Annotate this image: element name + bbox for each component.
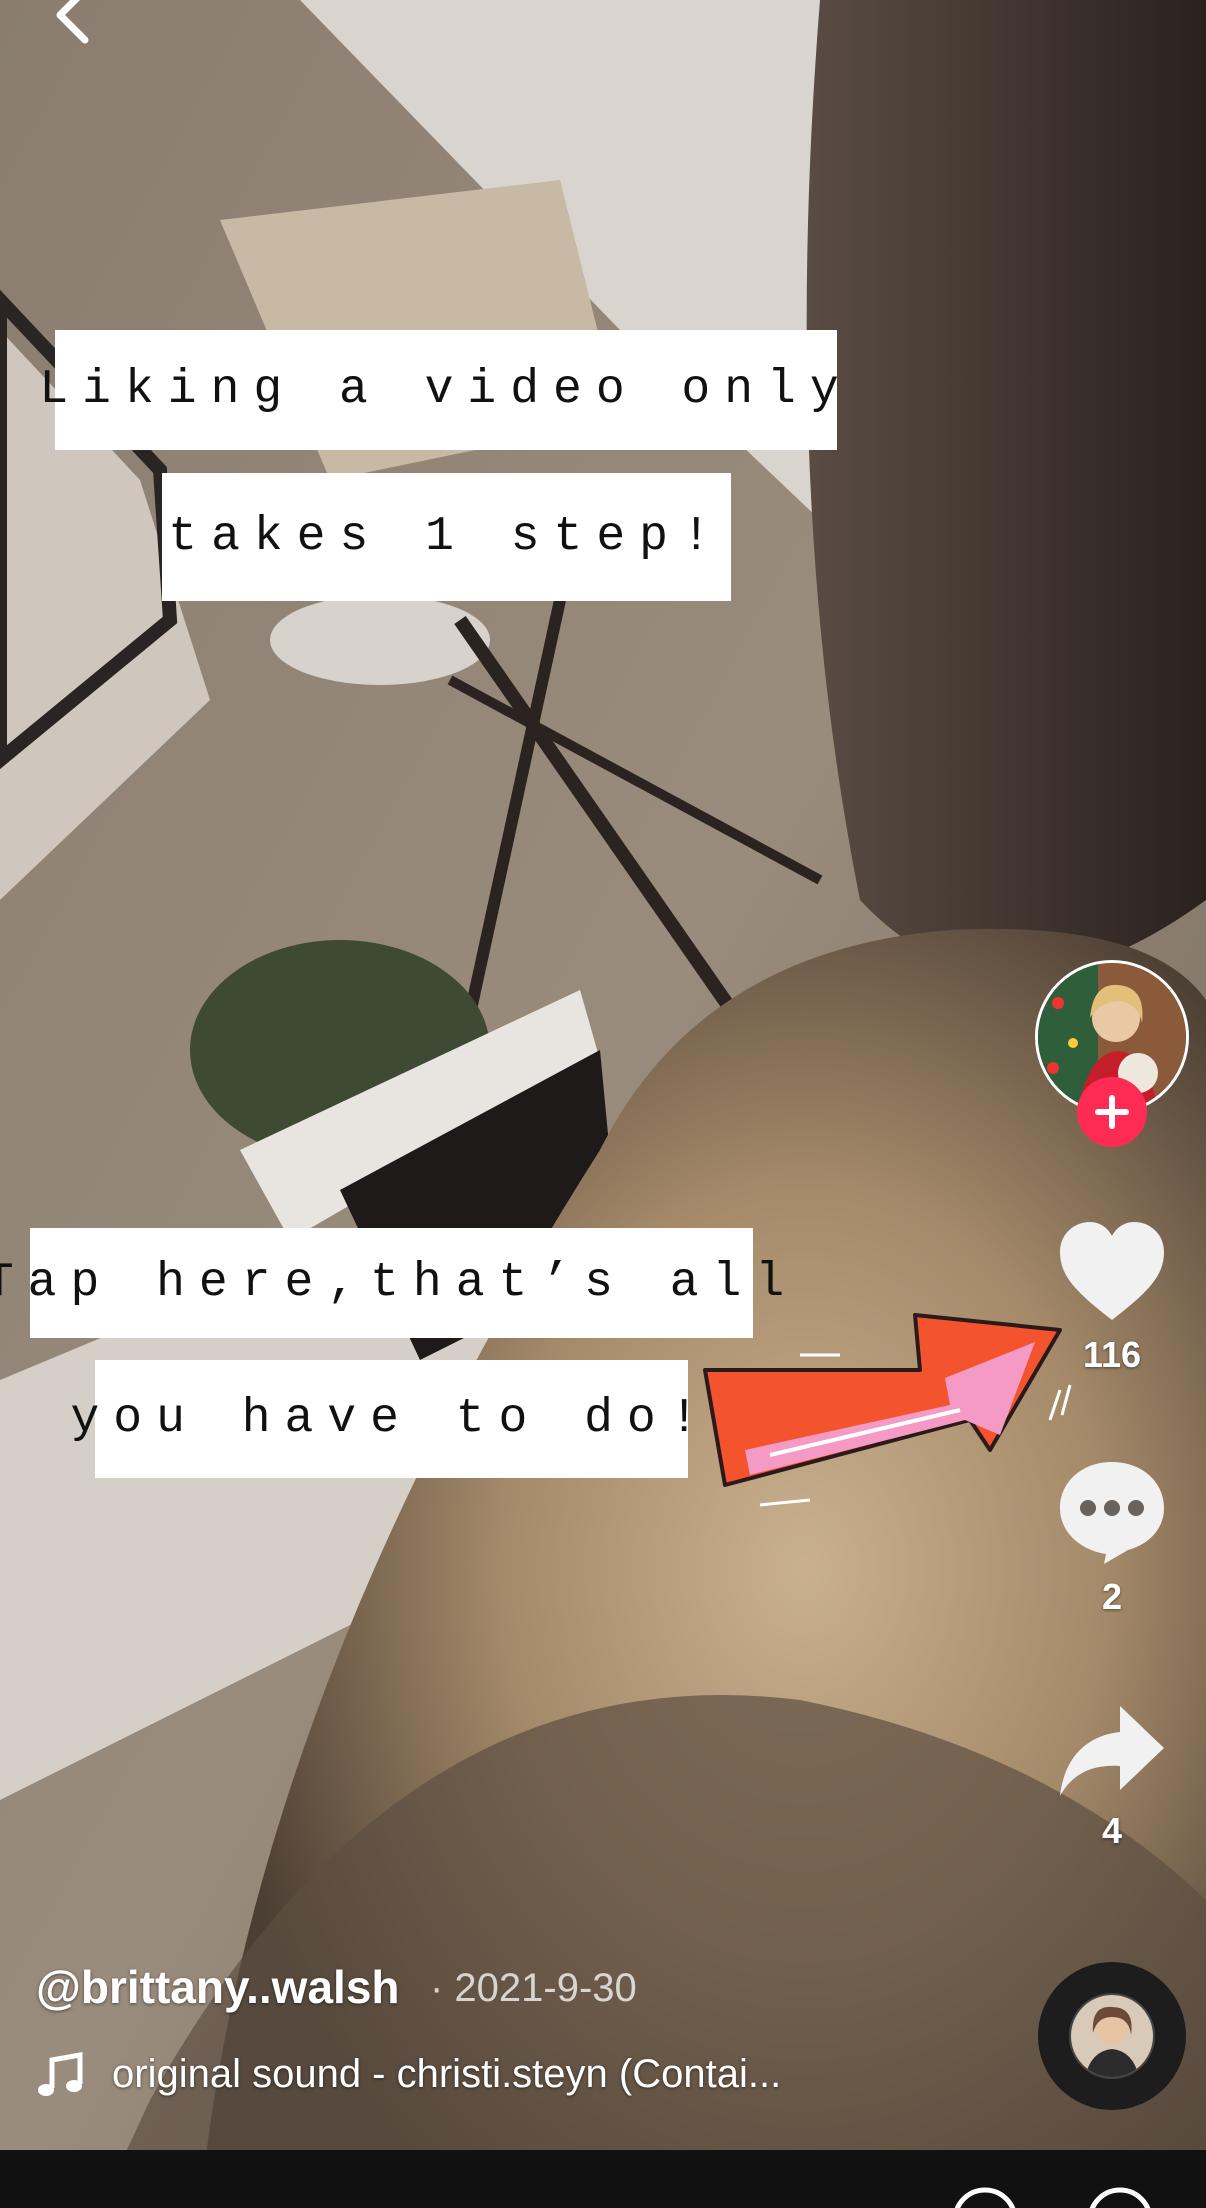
caption-top-line2: takes 1 step! [162, 473, 731, 601]
comment-button[interactable]: 2 [1032, 1458, 1192, 1618]
music-disc[interactable] [1038, 1962, 1186, 2110]
sound-avatar [1069, 1993, 1155, 2079]
arrow-sticker [703, 1313, 1072, 1507]
share-button[interactable]: 4 [1032, 1700, 1192, 1852]
video-screen[interactable]: Liking a video only takes 1 step! Tap he… [0, 0, 1206, 2208]
follow-button[interactable] [1077, 1077, 1147, 1147]
sound-name[interactable]: original sound - christi.steyn (Contai..… [112, 2052, 781, 2097]
back-icon[interactable] [40, 0, 110, 50]
share-icon[interactable] [1056, 1700, 1168, 1800]
caption-mid-line2: you have to do! [70, 1360, 699, 1478]
comment-count: 2 [1101, 1576, 1123, 1617]
like-button[interactable]: 116 [1032, 1220, 1192, 1376]
username[interactable]: @brittany..walsh [36, 1960, 400, 2014]
music-note-icon [38, 2052, 83, 2096]
bottom-bar [0, 2150, 1206, 2208]
like-count: 116 [1082, 1334, 1142, 1375]
comment-icon[interactable] [1056, 1458, 1168, 1566]
post-date: · 2021-9-30 [430, 1966, 637, 2010]
share-count: 4 [1101, 1810, 1123, 1851]
plus-icon [1095, 1095, 1129, 1129]
caption-mid-line1: Tap here,that’s all [0, 1228, 784, 1338]
heart-icon[interactable] [1056, 1220, 1168, 1324]
caption-top-line1: Liking a video only [39, 330, 839, 450]
